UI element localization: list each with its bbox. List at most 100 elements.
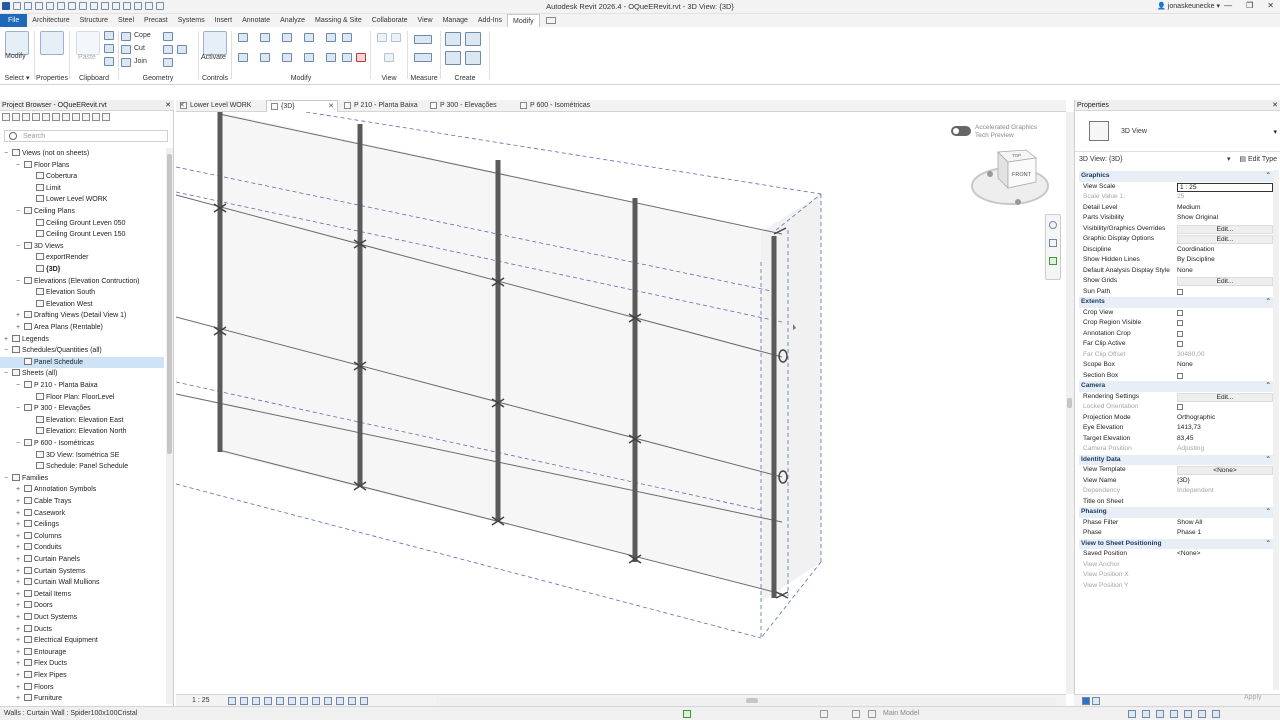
properties-section-header[interactable]: Camera ⌃ bbox=[1079, 381, 1275, 392]
create-similar-icon[interactable] bbox=[465, 51, 481, 65]
property-value[interactable]: Show All bbox=[1177, 518, 1273, 529]
property-edit-button[interactable]: Edit... bbox=[1177, 235, 1273, 244]
browser-item[interactable]: − P 300 - Elevações bbox=[0, 403, 164, 414]
temporary-hide-icon[interactable] bbox=[324, 697, 332, 705]
browser-item[interactable]: − Elevations (Elevation Contruction) bbox=[0, 276, 164, 287]
collapse-icon[interactable]: − bbox=[4, 473, 12, 484]
expand-icon[interactable]: + bbox=[16, 496, 24, 507]
browser-plans-icon[interactable] bbox=[12, 113, 20, 121]
browser-search-input[interactable]: Search bbox=[4, 130, 168, 142]
cut-clipboard-icon[interactable] bbox=[104, 31, 114, 40]
join-icon[interactable] bbox=[121, 58, 131, 67]
shadows-icon[interactable] bbox=[264, 697, 272, 705]
active-design-option[interactable]: Main Model bbox=[883, 710, 919, 717]
collapse-section-icon[interactable]: ⌃ bbox=[1265, 507, 1271, 518]
visual-style-icon[interactable] bbox=[240, 697, 248, 705]
canvas-vscroll-thumb[interactable] bbox=[1067, 398, 1072, 408]
property-edit-button[interactable]: Edit... bbox=[1177, 392, 1273, 402]
steering-wheel-icon[interactable] bbox=[1049, 221, 1057, 229]
ribbon-tab-annotate[interactable]: Annotate bbox=[237, 14, 275, 27]
activate-button[interactable] bbox=[203, 31, 227, 55]
browser-item[interactable]: + Flex Ducts bbox=[0, 658, 164, 669]
property-edit-button[interactable]: Edit... bbox=[1177, 224, 1273, 234]
close-inactive-views-icon[interactable]: ✕ bbox=[179, 100, 185, 112]
expand-icon[interactable]: + bbox=[16, 484, 24, 495]
browser-item[interactable]: Elevation: Elevation North bbox=[0, 426, 164, 437]
background-processes-icon[interactable] bbox=[1198, 710, 1206, 718]
expand-icon[interactable]: + bbox=[16, 566, 24, 577]
ribbon-tab-manage[interactable]: Manage bbox=[438, 14, 473, 27]
browser-item[interactable]: − Ceiling Plans bbox=[0, 206, 164, 217]
ribbon-tab-analyze[interactable]: Analyze bbox=[275, 14, 310, 27]
browser-item[interactable]: − P 210 - Planta Baixa bbox=[0, 380, 164, 391]
property-checkbox[interactable] bbox=[1177, 330, 1183, 337]
properties-filter-icon[interactable] bbox=[1092, 697, 1100, 705]
collapse-section-icon[interactable]: ⌃ bbox=[1265, 539, 1271, 550]
collapse-icon[interactable]: − bbox=[4, 345, 12, 356]
expand-icon[interactable]: + bbox=[16, 635, 24, 646]
property-value[interactable]: Orthographic bbox=[1177, 413, 1273, 424]
browser-item[interactable]: Panel Schedule bbox=[0, 356, 164, 368]
browser-families-icon[interactable] bbox=[52, 113, 60, 121]
ribbon-tab-massing-site[interactable]: Massing & Site bbox=[310, 14, 367, 27]
detail-level-icon[interactable] bbox=[228, 697, 236, 705]
browser-item[interactable]: + Curtain Wall Mullions bbox=[0, 577, 164, 588]
select-underlay-icon[interactable] bbox=[1142, 710, 1150, 718]
properties-section-header[interactable]: View to Sheet Positioning ⌃ bbox=[1079, 538, 1275, 550]
ribbon-tab-systems[interactable]: Systems bbox=[173, 14, 210, 27]
user-account[interactable]: 👤 jonaskeunecke ▾ bbox=[1157, 2, 1220, 10]
drawing-area[interactable] bbox=[176, 112, 1066, 694]
dimension-icon[interactable] bbox=[414, 53, 432, 62]
property-value[interactable]: By Discipline bbox=[1177, 255, 1273, 266]
browser-item[interactable]: − Sheets (all) bbox=[0, 368, 164, 379]
type-dropdown-icon[interactable]: ▾ bbox=[1273, 128, 1277, 136]
select-links-icon[interactable] bbox=[1128, 710, 1136, 718]
browser-sheets-icon[interactable] bbox=[42, 113, 50, 121]
worksets-icon[interactable] bbox=[683, 710, 691, 718]
apply-button[interactable]: Apply bbox=[1244, 694, 1262, 701]
close-project-browser-icon[interactable]: ✕ bbox=[165, 100, 171, 111]
collapse-icon[interactable]: − bbox=[4, 148, 12, 159]
ribbon-tab-precast[interactable]: Precast bbox=[139, 14, 173, 27]
match-properties-icon[interactable] bbox=[104, 57, 114, 66]
property-checkbox[interactable] bbox=[1177, 341, 1183, 347]
select-by-face-icon[interactable] bbox=[1170, 710, 1178, 718]
ribbon-tab-collaborate[interactable]: Collaborate bbox=[367, 14, 413, 27]
filter-icon[interactable] bbox=[1212, 710, 1220, 718]
browser-item[interactable]: + Legends bbox=[0, 334, 164, 345]
property-value[interactable]: Show Original bbox=[1177, 213, 1273, 224]
worksharing-display-icon[interactable] bbox=[348, 697, 356, 705]
property-value[interactable]: 83,45 bbox=[1177, 434, 1273, 445]
browser-item[interactable]: + Curtain Systems bbox=[0, 566, 164, 577]
property-value[interactable]: 1413,73 bbox=[1177, 423, 1273, 434]
property-value[interactable]: None bbox=[1177, 360, 1273, 371]
expand-icon[interactable]: + bbox=[16, 519, 24, 530]
instance-selector[interactable]: 3D View: {3D} ▾ ▤ Edit Type bbox=[1079, 154, 1279, 165]
collapse-section-icon[interactable]: ⌃ bbox=[1265, 455, 1271, 466]
measure-between-icon[interactable] bbox=[414, 35, 432, 44]
expand-icon[interactable]: + bbox=[16, 542, 24, 553]
browser-item[interactable]: + Floors bbox=[0, 682, 164, 693]
design-options-icon[interactable] bbox=[820, 710, 828, 718]
browser-3d-icon[interactable] bbox=[22, 113, 30, 121]
ribbon-tab-view[interactable]: View bbox=[413, 14, 438, 27]
browser-item[interactable]: 3D View: Isométrica SE bbox=[0, 450, 164, 461]
browser-item[interactable]: + Curtain Panels bbox=[0, 554, 164, 565]
orbit-icon[interactable] bbox=[1049, 257, 1057, 265]
property-value[interactable]: None bbox=[1177, 266, 1273, 277]
edit-type-button[interactable]: ▤ Edit Type bbox=[1239, 154, 1277, 165]
property-edit-button[interactable]: Edit... bbox=[1177, 277, 1273, 286]
collapse-icon[interactable]: − bbox=[16, 206, 24, 217]
properties-section-header[interactable]: Extents ⌃ bbox=[1079, 297, 1275, 308]
browser-item[interactable]: − 3D Views bbox=[0, 241, 164, 252]
browser-item[interactable]: + Doors bbox=[0, 600, 164, 611]
browser-item[interactable]: + Casework bbox=[0, 508, 164, 519]
browser-item[interactable]: + Area Plans (Rentable) bbox=[0, 322, 164, 333]
render-icon[interactable] bbox=[276, 697, 284, 705]
mirror-pick-axis-icon[interactable] bbox=[282, 33, 292, 42]
browser-item[interactable]: − P 600 - Isométricas bbox=[0, 438, 164, 449]
browser-item[interactable]: Cobertura bbox=[0, 171, 164, 182]
cope-label[interactable]: Cope bbox=[134, 32, 151, 39]
expand-icon[interactable]: + bbox=[16, 531, 24, 542]
browser-item[interactable]: − Schedules/Quantities (all) bbox=[0, 345, 164, 356]
